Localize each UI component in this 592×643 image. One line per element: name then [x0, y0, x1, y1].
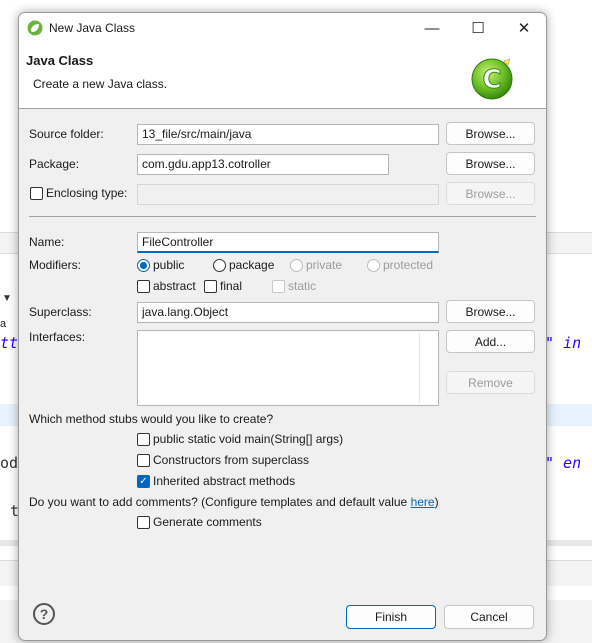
package-radio-label: package	[229, 258, 275, 272]
interfaces-add-button[interactable]: Add...	[446, 330, 535, 353]
comments-question-text: Do you want to add comments? (Configure …	[29, 495, 411, 509]
enclosing-type-label: Enclosing type:	[46, 186, 128, 200]
configure-templates-link[interactable]: here	[411, 495, 435, 509]
minimize-button[interactable]: —	[409, 13, 455, 43]
code-fragment: od	[0, 454, 19, 472]
method-stubs-question: Which method stubs would you like to cre…	[29, 412, 274, 426]
source-folder-input[interactable]: 13_file/src/main/java	[137, 124, 439, 145]
public-radio-label: public	[153, 258, 185, 272]
source-folder-browse-button[interactable]: Browse...	[446, 122, 535, 145]
toolbar-dropdown-icon: ▼	[2, 293, 12, 304]
name-input[interactable]: FileController	[137, 232, 439, 253]
package-browse-button[interactable]: Browse...	[446, 152, 535, 175]
svg-text:C: C	[482, 65, 501, 95]
protected-radio-label: protected	[383, 258, 434, 272]
private-radio-label: private	[306, 258, 343, 272]
protected-radio[interactable]	[367, 259, 380, 272]
private-radio[interactable]	[290, 259, 303, 272]
header-title: Java Class	[26, 53, 94, 68]
main-method-label: public static void main(String[] args)	[153, 432, 344, 446]
inherited-methods-checkbox[interactable]: ✓	[137, 475, 150, 488]
constructors-checkbox[interactable]	[137, 454, 150, 467]
maximize-button[interactable]: ☐	[455, 13, 501, 43]
separator	[29, 216, 536, 217]
abstract-label: abstract	[153, 279, 196, 293]
interfaces-list-scrollbar[interactable]	[419, 333, 420, 403]
static-checkbox[interactable]	[272, 280, 285, 293]
source-folder-label: Source folder:	[29, 127, 104, 141]
main-method-checkbox[interactable]	[137, 433, 150, 446]
superclass-label: Superclass:	[29, 305, 92, 319]
code-fragment: tt	[0, 334, 19, 352]
cancel-button[interactable]: Cancel	[444, 605, 534, 629]
generate-comments-checkbox[interactable]	[137, 516, 150, 529]
java-class-wizard-icon: C	[471, 58, 513, 100]
constructors-label: Constructors from superclass	[153, 453, 310, 467]
dialog-title: New Java Class	[49, 21, 136, 35]
package-label: Package:	[29, 157, 80, 171]
header-banner: Java Class Create a new Java class. C	[19, 43, 546, 109]
close-button[interactable]: ✕	[501, 13, 546, 43]
code-fragment: " in	[545, 334, 582, 352]
comments-question: Do you want to add comments? (Configure …	[29, 495, 439, 509]
abstract-checkbox[interactable]	[137, 280, 150, 293]
interfaces-remove-button[interactable]: Remove	[446, 371, 535, 394]
generate-comments-label: Generate comments	[153, 515, 262, 529]
header-description: Create a new Java class.	[33, 77, 168, 91]
enclosing-type-checkbox[interactable]	[30, 187, 43, 200]
package-radio[interactable]	[213, 259, 226, 272]
package-input[interactable]: com.gdu.app13.cotroller	[137, 154, 389, 175]
interfaces-label: Interfaces:	[29, 330, 86, 344]
new-java-class-dialog: New Java Class — ☐ ✕ Java Class Create a…	[18, 12, 547, 641]
help-icon[interactable]: ?	[33, 603, 55, 625]
spring-leaf-icon	[27, 20, 43, 36]
superclass-browse-button[interactable]: Browse...	[446, 300, 535, 323]
finish-button[interactable]: Finish	[346, 605, 436, 629]
public-radio[interactable]	[137, 259, 150, 272]
name-label: Name:	[29, 235, 65, 249]
interfaces-list[interactable]	[137, 330, 439, 406]
code-fragment: " en	[545, 454, 582, 472]
comments-question-end: )	[434, 495, 439, 509]
final-checkbox[interactable]	[204, 280, 217, 293]
static-label: static	[288, 279, 317, 293]
enclosing-type-browse-button[interactable]: Browse...	[446, 182, 535, 205]
inherited-methods-label: Inherited abstract methods	[153, 474, 296, 488]
title-bar: New Java Class — ☐ ✕	[19, 13, 546, 43]
modifiers-label: Modifiers:	[29, 258, 82, 272]
editor-tab-fragment: a	[0, 318, 7, 330]
enclosing-type-input[interactable]	[137, 184, 439, 205]
final-label: final	[220, 279, 243, 293]
superclass-input[interactable]: java.lang.Object	[137, 302, 439, 323]
